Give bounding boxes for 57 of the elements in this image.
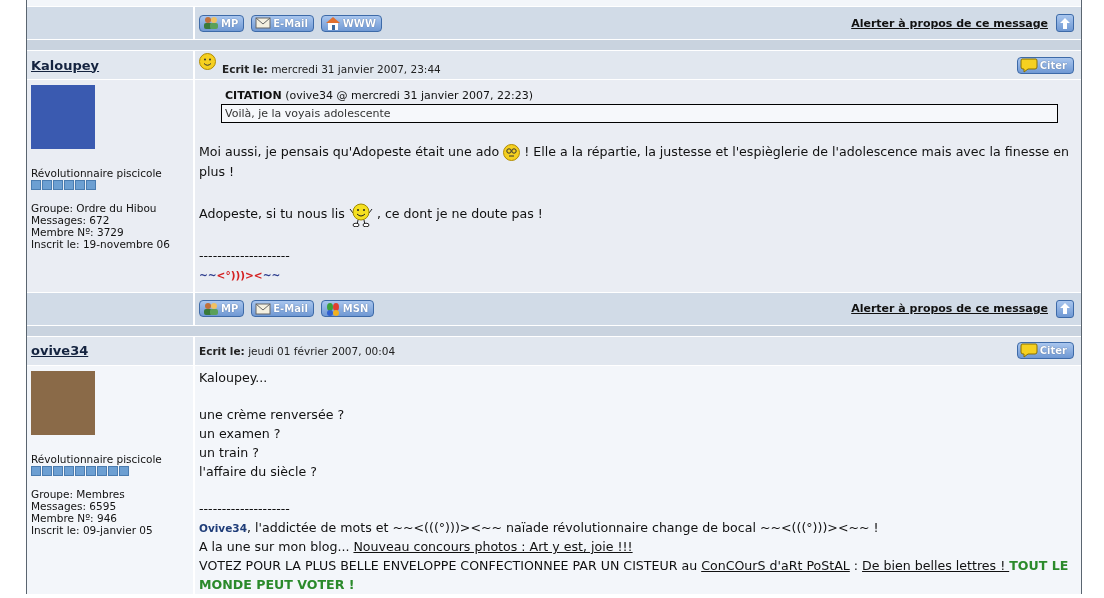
profile-action-button[interactable]: MP (199, 14, 245, 32)
quote-button[interactable]: Citer (1016, 56, 1074, 74)
profile-action-button[interactable]: E-Mail (251, 300, 314, 318)
avatar-photo (31, 370, 95, 435)
quote-button[interactable]: Citer (1016, 342, 1074, 360)
profile-action-button[interactable]: MSN (320, 300, 375, 318)
post-text: Adopeste, si tu nous lis , ce dont je ne doute pas ! (199, 200, 1077, 227)
quoted-text: Voilà, je la voyais adolescente (221, 104, 1058, 123)
member-detail: Membre Nº: 946 (31, 511, 118, 524)
profile-action-button[interactable]: WWW (320, 14, 382, 32)
speech-bubble-icon (1019, 57, 1038, 73)
post-date: Ecrit le: mercredi 31 janvier 2007, 23:44 (222, 63, 441, 75)
envelope-icon (255, 302, 272, 315)
scroll-top-button[interactable] (1056, 299, 1074, 318)
member-detail: Messages: 672 (31, 214, 111, 226)
dancing-smiley-icon (348, 200, 373, 227)
scroll-top-button[interactable] (1056, 14, 1074, 32)
text-link[interactable]: Nouveau concours photos : Art y est, joie !!! (353, 538, 633, 554)
post-text: Ovive34, l'addictée de mots et ~~<(((°)))><~~ naïade révolutionnaire change de bocal ~~<(((°)))><~~ ! (199, 519, 880, 538)
member-detail: Groupe: Membres (31, 487, 126, 500)
people-icon (203, 301, 219, 316)
profile-action-button[interactable]: E-Mail (251, 14, 314, 32)
up-arrow-icon (1060, 303, 1070, 315)
up-arrow-icon (1060, 17, 1070, 29)
post-text: A la une sur mon blog... Nouveau concours photos : Art y est, joie !!! (199, 537, 634, 556)
post-text: une crème renversée ? (199, 406, 346, 425)
smiley-icon (199, 52, 216, 70)
member-rank: Révolutionnaire piscicole (31, 452, 163, 465)
quote-header: CITATION (ovive34 @ mercredi 31 janvier 2007, 22:23) (225, 88, 534, 104)
post-text: ~~<°)))><~~ (199, 268, 282, 284)
member-detail: Membre Nº: 3729 (31, 226, 125, 238)
text-link[interactable]: De bien belles lettres ! (862, 557, 1010, 573)
member-detail: Inscrit le: 09-janvier 05 (31, 523, 154, 536)
house-icon (324, 16, 341, 30)
profile-action-button[interactable]: MP (199, 300, 245, 318)
member-detail: Messages: 6595 (31, 499, 118, 512)
member-rank: Révolutionnaire piscicole (31, 167, 163, 179)
member-detail: Inscrit le: 19-novembre 06 (31, 238, 171, 250)
speech-bubble-icon (1019, 343, 1038, 359)
post-text: Kaloupey... (199, 368, 269, 387)
post-text: Moi aussi, je pensais qu'Adopeste était une ado ! Elle a la répartie, la justesse et l'espièglerie de l'adolescence mais avec la finesse en plus ! (199, 143, 1070, 181)
report-link[interactable]: Alerter à propos de ce message (851, 16, 1048, 30)
envelope-icon (255, 17, 272, 29)
post-text: un train ? (199, 444, 260, 462)
people-icon (203, 16, 219, 30)
report-link[interactable]: Alerter à propos de ce message (851, 302, 1048, 316)
glasses-smiley-icon (503, 144, 521, 162)
post-text: VOTEZ POUR LA PLUS BELLE ENVELOPPE CONFECTIONNEE PAR UN CISTEUR au ConCOurS d'aRt PoStAL : De bien belles lettres ! TOUT LE MONDE PEUT VOTER ! (199, 556, 1070, 594)
post-text: -------------------- (199, 247, 291, 265)
avatar-photo (31, 85, 95, 149)
post-text: -------------------- (199, 500, 291, 519)
text-link[interactable]: ConCOurS d'aRt PoStAL (701, 557, 850, 573)
butterfly-icon (324, 301, 341, 316)
post-text: l'affaire du siècle ? (199, 462, 318, 481)
post-date: Ecrit le: jeudi 01 février 2007, 00:04 (199, 344, 396, 357)
post-text: un examen ? (199, 425, 282, 444)
member-detail: Groupe: Ordre du Hibou (31, 202, 158, 214)
